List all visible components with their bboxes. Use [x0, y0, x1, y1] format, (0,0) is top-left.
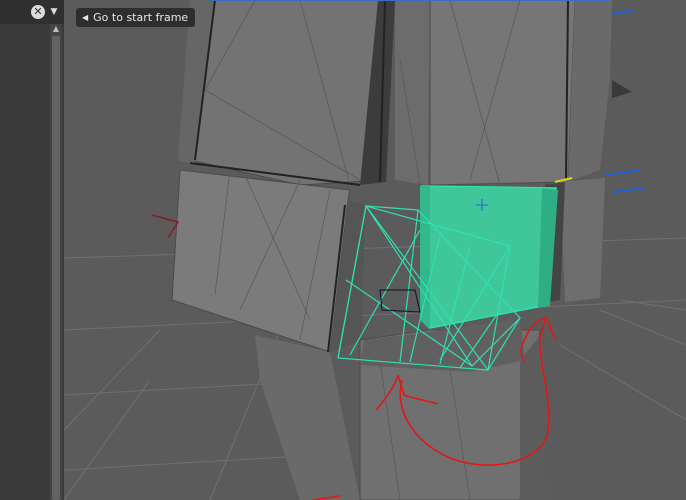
chevron-down-icon[interactable]: ▼ [47, 5, 61, 19]
panel-header: ✕ ▼ [0, 0, 64, 24]
3d-viewport[interactable] [63, 0, 686, 500]
go-to-start-label: Go to start frame [93, 11, 189, 24]
go-to-start-frame-button[interactable]: ◀ Go to start frame [76, 8, 196, 27]
viewport-scene [63, 0, 686, 500]
clear-search-icon[interactable]: ✕ [31, 5, 45, 19]
app-window: ✕ ▼ ▲ ◀ Go to start frame [0, 0, 686, 500]
triangle-left-icon: ◀ [82, 13, 89, 22]
panel-scrollbar[interactable]: ▲ [50, 24, 62, 500]
scroll-thumb[interactable] [52, 36, 60, 500]
side-panel: ✕ ▼ ▲ [0, 0, 65, 500]
scroll-up-arrow-icon[interactable]: ▲ [50, 24, 62, 34]
